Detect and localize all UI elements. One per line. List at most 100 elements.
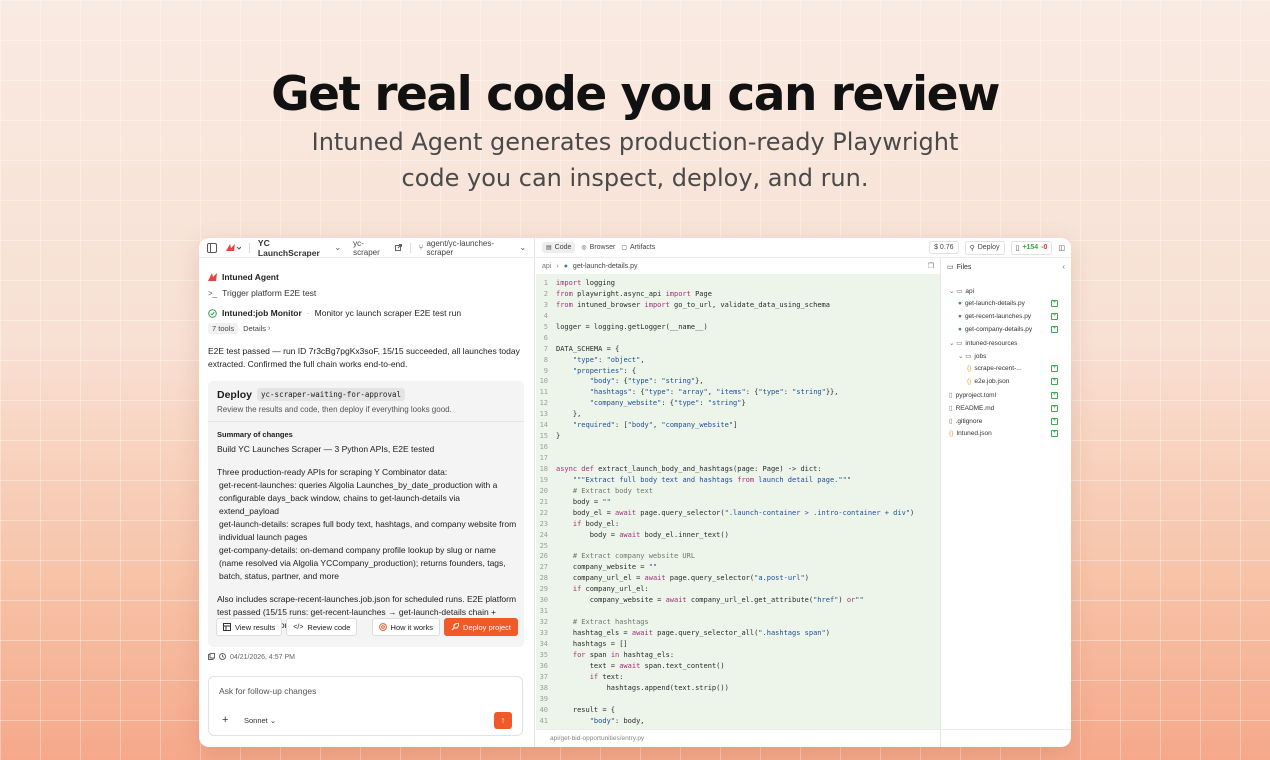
code-line: 20 # Extract body text <box>536 486 940 497</box>
tab-code[interactable]: ▤ Code <box>542 242 576 253</box>
copy-icon[interactable] <box>208 653 215 662</box>
file-tree: ▭ Files ‹ ⌄ ▭ api ● get-launch-details.py + ●… <box>940 258 1071 747</box>
line-number: 34 <box>539 639 548 648</box>
code-text: "properties": { <box>572 366 637 375</box>
diff-badge[interactable]: ▯ +154 -0 <box>1010 240 1053 255</box>
code-text: }, <box>556 410 582 419</box>
code-icon: </> <box>293 623 304 631</box>
branch-icon: ⑂ <box>418 243 424 252</box>
file-tree-item[interactable]: ▯ .gitignore + <box>949 417 1069 425</box>
deploy-desc: Review the results and code, then deploy… <box>217 405 452 414</box>
line-number: 12 <box>539 399 548 408</box>
code-line: 25 <box>536 541 940 552</box>
tab-browser[interactable]: ◎ Browser <box>581 244 615 251</box>
sidebar-toggle-icon[interactable] <box>207 242 217 253</box>
file-tree-item[interactable]: ● get-recent-launches.py + <box>958 313 1071 320</box>
model-select[interactable]: Sonnet ⌄ <box>244 716 276 725</box>
line-number: 37 <box>539 672 548 681</box>
file-tree-item[interactable]: {} scrape-recent-... + <box>967 365 1071 372</box>
chevron-right-icon[interactable]: › <box>268 325 270 332</box>
how-it-works-button[interactable]: How it works <box>371 618 441 636</box>
plus-icon[interactable]: + <box>222 714 228 726</box>
code-text: "body": {"type": "string"}, <box>589 377 704 386</box>
code-text: if text: <box>589 672 624 681</box>
agent-name: Intuned Agent <box>222 272 279 282</box>
terminal-icon: >_ <box>208 288 218 298</box>
file-tree-item[interactable]: ⌄ ▭ api <box>949 287 1069 296</box>
line-number: 7 <box>543 344 548 353</box>
line-number: 36 <box>539 661 548 670</box>
deploy-button[interactable]: ⚲ Deploy <box>964 240 1005 255</box>
file-name: get-launch-details.py <box>964 300 1025 307</box>
external-link-icon[interactable] <box>394 244 402 251</box>
code-text: } <box>556 432 561 441</box>
line-number: 29 <box>539 585 548 594</box>
file-tree-item[interactable]: ● get-launch-details.py + <box>958 300 1071 307</box>
timestamp-row: 04/21/2026, 4:57 PM <box>208 653 295 662</box>
code-line: 32 # Extract hashtags <box>536 617 940 628</box>
tab-artifacts[interactable]: ▢ Artifacts <box>621 244 655 251</box>
folder-icon: ⌄ ▭ <box>949 288 963 295</box>
editor-panel: ▤ Code ◎ Browser ▢ Artifacts $ 0.76 ⚲ Deploy… <box>536 238 1071 747</box>
repo-link[interactable]: yc-scraper <box>353 239 387 257</box>
code-text: import logging <box>556 279 616 287</box>
code-text: "type": "object", <box>572 355 645 364</box>
chevron-down-icon[interactable]: ⌄ <box>519 243 526 252</box>
line-number: 3 <box>543 300 548 309</box>
chevron-down-icon[interactable]: ⌄ <box>334 243 341 252</box>
copy-icon[interactable]: ❐ <box>928 262 934 270</box>
json-file-icon: {} <box>967 378 972 385</box>
workspace-logo-icon[interactable] <box>225 243 241 253</box>
line-number: 9 <box>543 366 548 375</box>
code-line: 26 # Extract company website URL <box>536 551 940 562</box>
file-tree-item[interactable]: ▯ pyproject.toml + <box>949 391 1069 399</box>
arrow-up-icon: ↑ <box>500 715 506 725</box>
line-number: 26 <box>539 552 548 561</box>
file-tree-item[interactable]: ⌄ ▭ intuned-resources <box>949 339 1069 348</box>
artifacts-icon: ▢ <box>621 245 628 251</box>
file-tree-item[interactable]: ● get-company-details.py + <box>958 326 1071 333</box>
code-icon: ▤ <box>546 245 552 251</box>
deploy-project-button[interactable]: Deploy project <box>444 618 518 636</box>
code-line: 39 <box>536 694 940 705</box>
summary-heading: Summary of changes <box>217 430 293 439</box>
file-tree-item[interactable]: ⌄ ▭ jobs <box>958 352 1071 361</box>
view-results-button[interactable]: View results <box>216 618 283 636</box>
file-tree-item[interactable]: {} Intuned.json + <box>949 430 1069 437</box>
folder-icon: ⌄ ▭ <box>949 340 963 347</box>
file-tree-item[interactable]: ▯ README.md + <box>949 404 1069 412</box>
message-timestamp: 04/21/2026, 4:57 PM <box>230 654 295 661</box>
deploy-header: Deploy yc-scraper-waiting-for-approval <box>217 388 405 401</box>
review-code-button[interactable]: </> Review code <box>286 618 358 636</box>
send-button[interactable]: ↑ <box>494 712 512 729</box>
table-icon <box>223 623 231 631</box>
job-title: Intuned:job Monitor <box>222 308 302 318</box>
file-tree-item[interactable]: {} e2e.job.json + <box>967 378 1071 385</box>
deploy-actions: View results </> Review code How it work… <box>216 618 518 636</box>
code-view[interactable]: 1 import logging 2 from playwright.async_ap… <box>536 274 940 729</box>
branch-name[interactable]: agent/yc-launches-scraper <box>426 239 511 257</box>
summary-body: Three production-ready APIs for scraping… <box>217 467 448 477</box>
details-link[interactable]: Details <box>243 324 266 333</box>
code-line: 3 from intuned_browser import go_to_url, … <box>536 300 940 311</box>
code-text: result = { <box>556 705 616 714</box>
hero-subtitle: Intuned Agent generates production-ready… <box>311 128 959 192</box>
file-name: pyproject.toml <box>955 391 997 399</box>
code-line: 14 "required": ["body", "company_website… <box>536 420 940 431</box>
added-file-icon: + <box>1051 326 1058 333</box>
code-line: 12 "company_website": {"type": "string"} <box>536 398 940 409</box>
follow-up-input[interactable]: Ask for follow-up changes <box>219 686 316 696</box>
code-text: """Extract full body text and hashtags f… <box>572 475 852 484</box>
collapse-chevron-icon[interactable]: ‹ <box>1062 262 1065 271</box>
file-icon: ▯ <box>1015 244 1020 252</box>
code-line: 1 import logging <box>536 278 940 289</box>
app-window: YC LaunchScraper ⌄ yc-scraper ⑂ agent/yc… <box>199 238 1071 747</box>
code-text: DATA_SCHEMA = { <box>556 344 620 353</box>
job-desc: Monitor yc launch scraper E2E test run <box>314 308 462 318</box>
code-text: hashtags.append(text.strip()) <box>556 683 729 692</box>
file-icon: ▯ <box>949 405 953 412</box>
code-text: if body_el: <box>572 519 620 528</box>
project-name[interactable]: YC LaunchScraper <box>258 238 326 258</box>
tools-count-badge: 7 tools <box>208 323 239 334</box>
panel-toggle-icon[interactable]: ◫ <box>1058 244 1065 252</box>
